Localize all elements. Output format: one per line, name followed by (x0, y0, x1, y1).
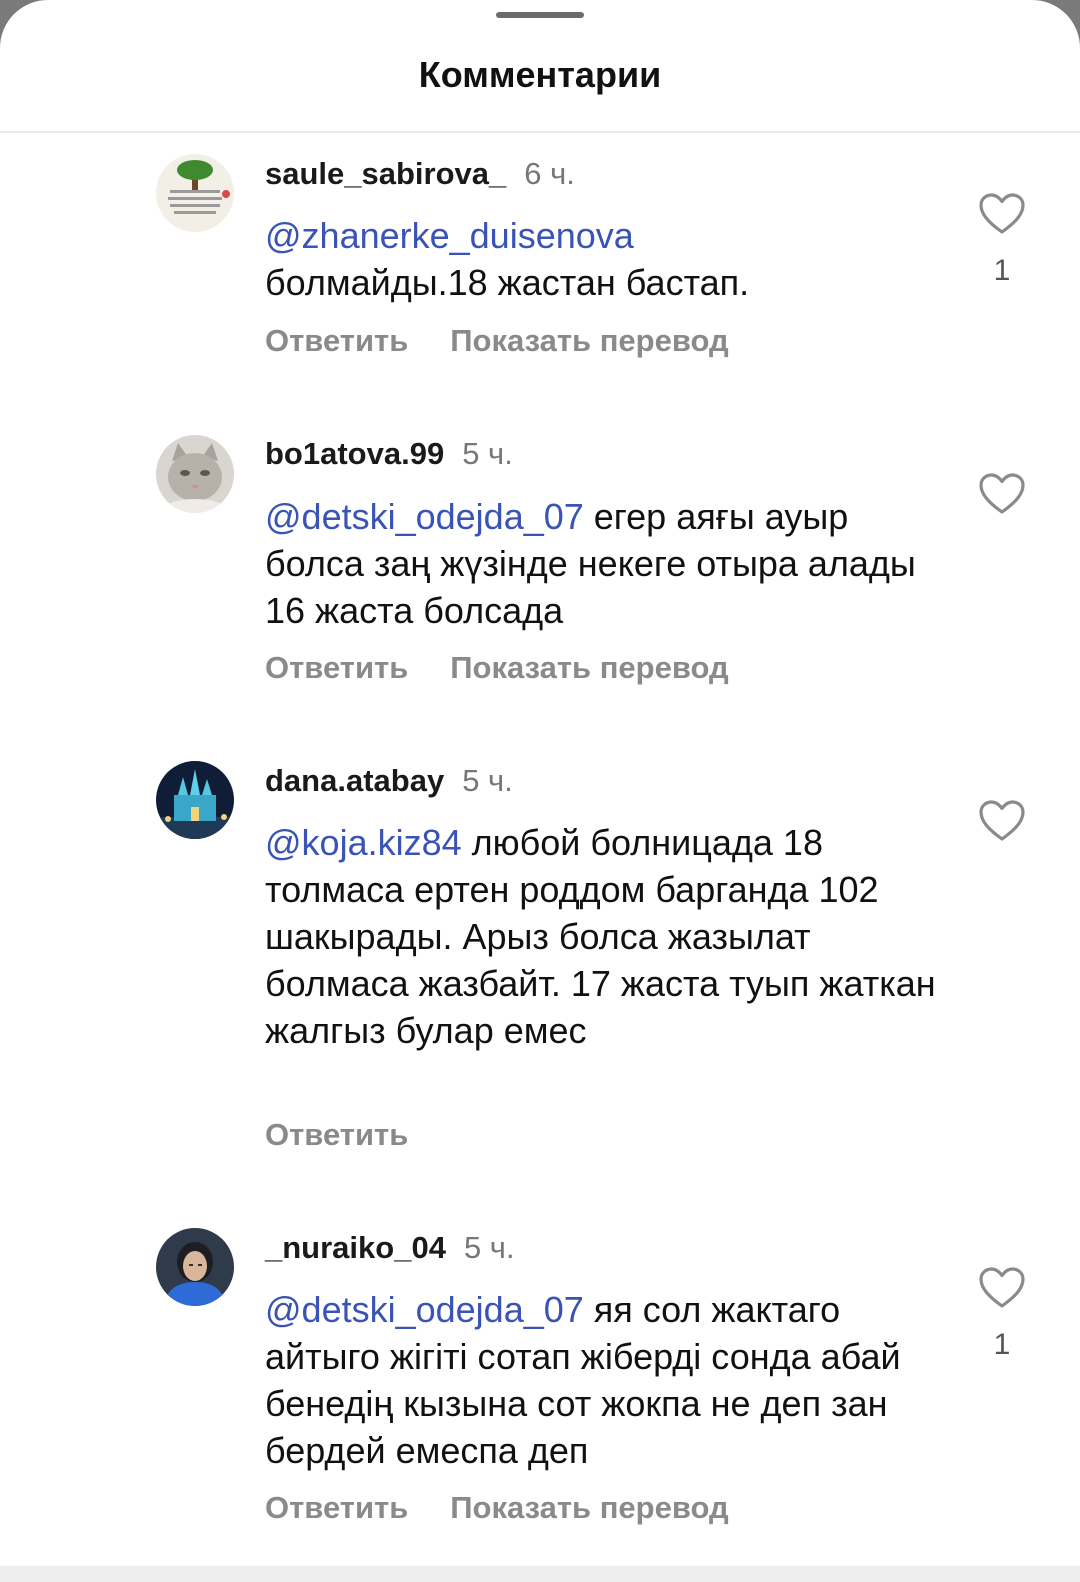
timestamp: 5 ч. (462, 436, 513, 471)
comment-header: dana.atabay 5 ч. (265, 762, 513, 800)
timestamp: 5 ч. (463, 1230, 515, 1265)
timestamp: 5 ч. (462, 763, 513, 798)
like-count: 1 (993, 1328, 1011, 1361)
show-translation-button[interactable]: Показать перевод (450, 1490, 728, 1525)
heart-icon (979, 473, 1025, 514)
comment-actions: Ответить (265, 1117, 408, 1153)
timestamp: 6 ч. (524, 156, 575, 191)
reply-button[interactable]: Ответить (265, 323, 408, 358)
avatar[interactable] (156, 761, 234, 839)
avatar[interactable] (156, 1228, 234, 1306)
heart-icon (979, 193, 1025, 234)
comment-actions: Ответить Показать перевод (265, 650, 729, 686)
like-count: 1 (993, 254, 1011, 287)
castle-avatar-icon (156, 761, 234, 839)
username[interactable]: saule_sabirova_ (265, 156, 506, 191)
comment-text: @koja.kiz84 любой болницада 18 толмаса е… (265, 819, 945, 1054)
like-button[interactable] (978, 192, 1026, 236)
mention-link[interactable]: @detski_odejda_07 (265, 496, 584, 537)
header-divider (0, 131, 1080, 133)
show-translation-button[interactable]: Показать перевод (450, 650, 728, 685)
like-button[interactable] (978, 1266, 1026, 1310)
like-button[interactable] (978, 472, 1026, 516)
show-translation-button[interactable]: Показать перевод (450, 323, 728, 358)
drag-handle[interactable] (496, 12, 584, 18)
comments-sheet: Комментарии saule_sabirova_ 6 ч. @zhanerk… (0, 0, 1080, 1582)
comment-header: saule_sabirova_ 6 ч. (265, 155, 575, 193)
bottom-bar (0, 1566, 1080, 1582)
username[interactable]: bo1atova.99 (265, 436, 444, 471)
comment-header: _nuraiko_04 5 ч. (265, 1229, 515, 1267)
tree-avatar-icon (156, 154, 234, 232)
cat-avatar-icon (156, 435, 234, 513)
comment-text: @detski_odejda_07 егер аяғы ауыр болса з… (265, 493, 945, 634)
like-button[interactable] (978, 799, 1026, 843)
reply-button[interactable]: Ответить (265, 650, 408, 685)
comment-header: bo1atova.99 5 ч. (265, 435, 513, 473)
avatar[interactable] (156, 435, 234, 513)
username[interactable]: dana.atabay (265, 763, 444, 798)
mention-link[interactable]: @zhanerke_duisenova (265, 215, 634, 256)
reply-button[interactable]: Ответить (265, 1117, 408, 1152)
mention-link[interactable]: @koja.kiz84 (265, 822, 462, 863)
reply-button[interactable]: Ответить (265, 1490, 408, 1525)
comment-actions: Ответить Показать перевод (265, 323, 729, 359)
comment-actions: Ответить Показать перевод (265, 1490, 729, 1526)
comment-text: @detski_odejda_07 яя сол жактаго айтыго … (265, 1286, 945, 1474)
comment-text: @zhanerke_duisenova болмайды.18 жастан б… (265, 212, 945, 306)
heart-icon (979, 1267, 1025, 1308)
person-avatar-icon (156, 1228, 234, 1306)
sheet-title: Комментарии (418, 54, 662, 95)
mention-link[interactable]: @detski_odejda_07 (265, 1289, 584, 1330)
username[interactable]: _nuraiko_04 (265, 1230, 446, 1265)
heart-icon (979, 800, 1025, 841)
comment-body: болмайды.18 жастан бастап. (265, 262, 750, 303)
avatar[interactable] (156, 154, 234, 232)
